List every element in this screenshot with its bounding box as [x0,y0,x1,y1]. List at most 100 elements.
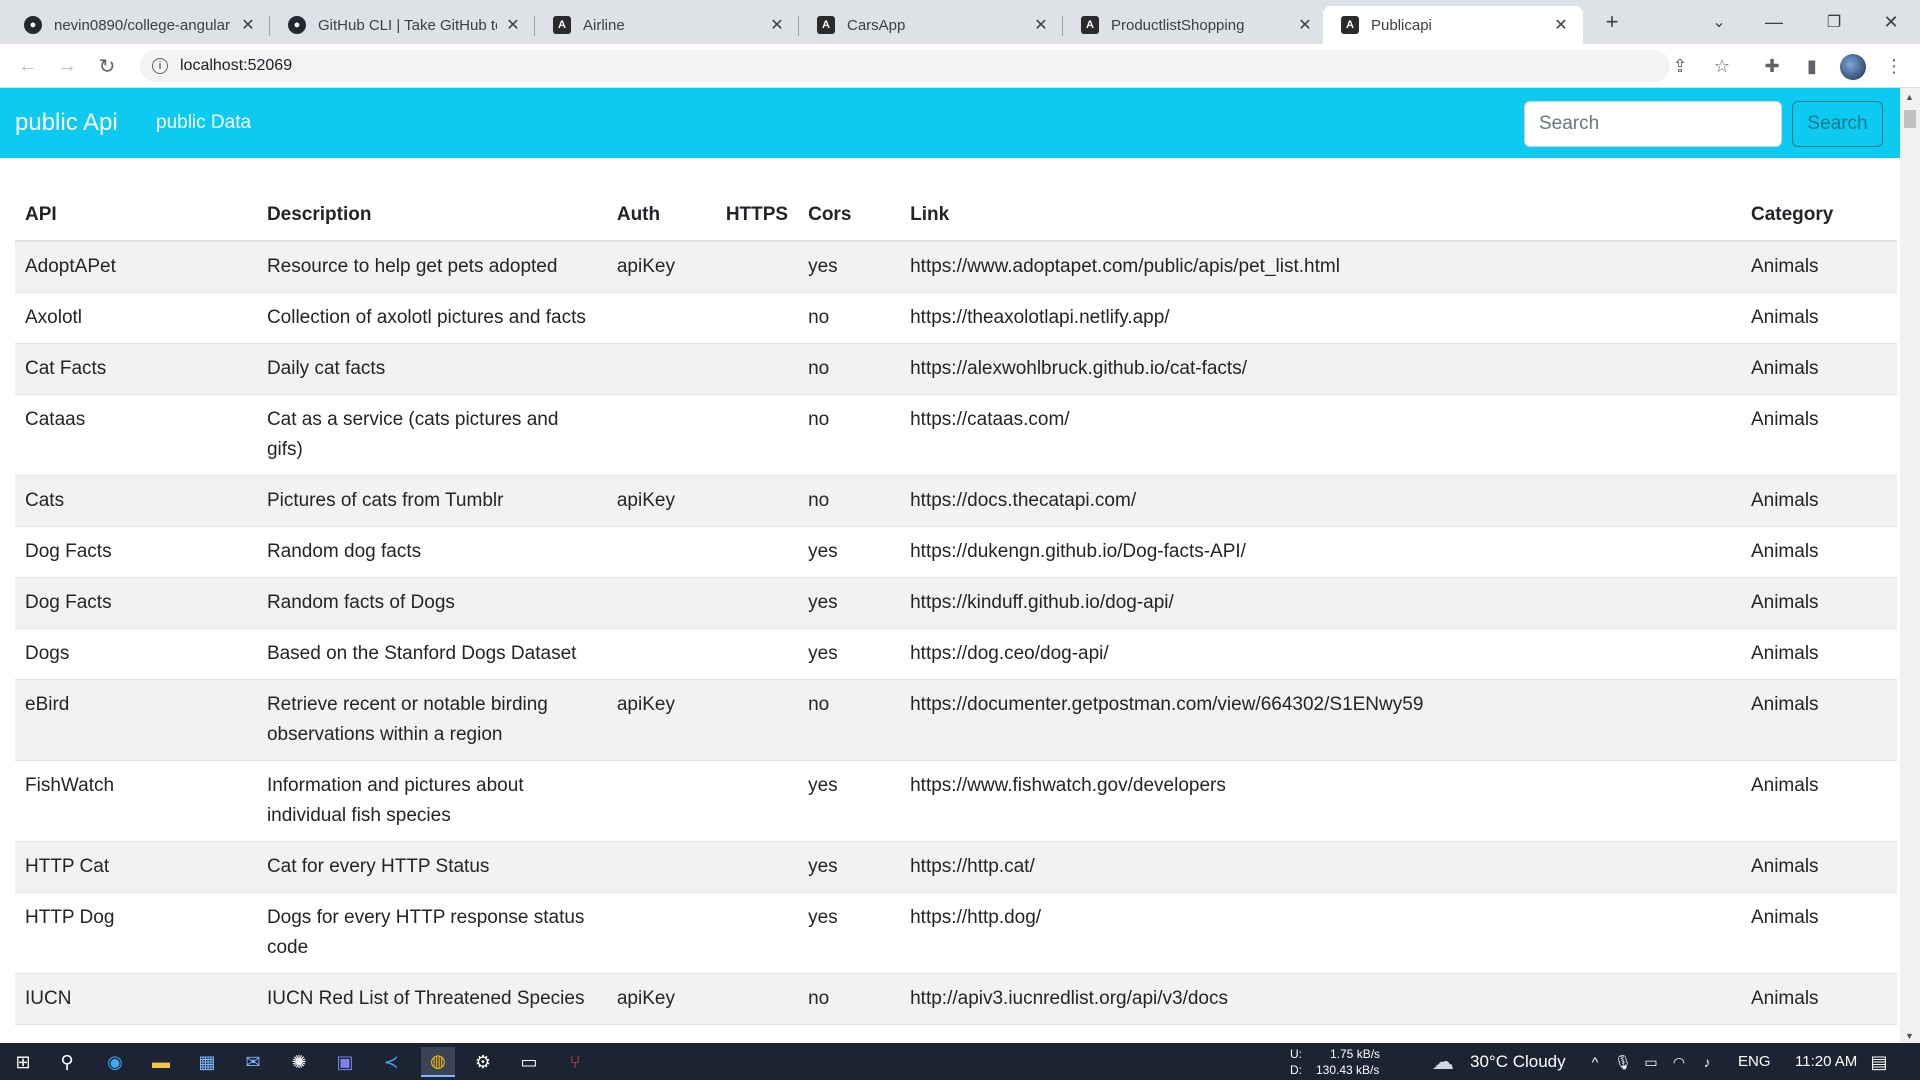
reload-icon[interactable]: ↻ [93,52,121,80]
terminal-icon[interactable]: ▭ [514,1047,544,1077]
table-row: Dogs Based on the Stanford Dogs Dataset ye… [15,628,1897,680]
table-row: Dog Facts Random facts of Dogs yes https://… [15,577,1897,629]
cell-cors: yes [798,577,901,629]
tab-search-icon[interactable]: ⌄ [1705,8,1733,36]
tab-title: GitHub CLI | Take GitHub to [318,16,497,34]
volume-icon[interactable]: ♪ [1692,1047,1722,1077]
menu-kebab-icon[interactable]: ⋮ [1882,54,1906,78]
tray-chevron-icon[interactable]: ^ [1580,1047,1610,1077]
bookmark-star-icon[interactable]: ☆ [1710,54,1734,78]
notification-icon[interactable]: ▤ [1864,1047,1894,1077]
app-brand[interactable]: public Api [15,109,118,137]
mail-icon[interactable]: ✉ [238,1047,268,1077]
cell-auth: apiKey [606,679,716,761]
openai-icon[interactable]: ✺ [284,1047,314,1077]
battery-icon[interactable]: ▭ [1636,1047,1666,1077]
cell-link[interactable]: https://www.fishwatch.gov/developers [900,760,1741,842]
cell-link[interactable]: https://docs.thecatapi.com/ [900,475,1741,527]
cell-cors: no [798,973,901,1025]
cell-description: Pictures of cats from Tumblr [256,475,607,527]
chrome-icon[interactable]: ◍ [421,1047,455,1077]
back-icon[interactable]: ← [14,52,42,80]
cell-description: Dogs for every HTTP response status code [256,892,607,974]
store-icon[interactable]: ▦ [192,1047,222,1077]
table-row: Cataas Cat as a service (cats pictures an… [15,394,1897,476]
close-icon[interactable]: ✕ [240,15,256,35]
search-button[interactable]: Search [1792,101,1883,147]
cell-auth [606,892,716,974]
cell-cors: yes [798,628,901,680]
share-icon[interactable]: ⇪ [1668,54,1692,78]
close-icon[interactable]: ✕ [769,15,785,35]
cell-cors: yes [798,841,901,893]
cell-link[interactable]: https://documenter.getpostman.com/view/6… [900,679,1741,761]
search-input[interactable] [1524,101,1782,147]
cell-description: Information and pictures about individua… [256,760,607,842]
cell-link[interactable]: https://http.dog/ [900,892,1741,974]
angular-icon: A [1341,16,1359,34]
close-icon[interactable]: ✕ [1297,15,1313,35]
cloud-icon[interactable]: ☁ [1428,1047,1458,1077]
cell-https [715,394,799,476]
close-icon[interactable]: ✕ [1033,15,1049,35]
cell-cors: no [798,343,901,395]
close-icon[interactable]: ✕ [1553,15,1569,35]
search-icon[interactable]: ⚲ [52,1047,82,1077]
cell-cors: no [798,394,901,476]
cell-link[interactable]: https://kinduff.github.io/dog-api/ [900,577,1741,629]
edge-icon[interactable]: ◉ [100,1047,130,1077]
minimize-icon[interactable]: — [1760,8,1788,36]
scroll-up-icon[interactable]: ▲ [1905,92,1914,102]
language-indicator[interactable]: ENG [1738,1053,1771,1070]
restore-icon[interactable]: ❐ [1820,8,1848,36]
table-row: FishWatch Information and pictures about … [15,760,1897,842]
extensions-icon[interactable]: ✚ [1760,54,1784,78]
scroll-down-icon[interactable]: ▼ [1905,1031,1914,1041]
cell-link[interactable]: https://theaxolotlapi.netlify.app/ [900,292,1741,344]
header-description: Description [256,190,607,242]
browser-tab-strip: ● nevin0890/college-angular ✕ ● GitHub C… [0,0,1920,44]
new-tab-icon[interactable]: + [1598,8,1626,36]
browser-tab[interactable]: A Airline ✕ [535,6,799,44]
table-row: HTTP Cat Cat for every HTTP Status yes http… [15,841,1897,893]
close-icon[interactable]: ✕ [505,15,521,35]
cell-link[interactable]: https://cataas.com/ [900,394,1741,476]
cell-link[interactable]: https://http.cat/ [900,841,1741,893]
site-info-icon[interactable]: i [152,58,168,74]
nav-link-public-data[interactable]: public Data [156,112,251,134]
address-bar[interactable]: i localhost:52069 [140,50,1670,82]
git-icon[interactable]: ⑂ [560,1047,590,1077]
microphone-icon[interactable]: 🎙 [1608,1047,1638,1077]
side-panel-icon[interactable]: ▮ [1800,54,1824,78]
cell-link[interactable]: https://www.adoptapet.com/public/apis/pe… [900,241,1741,293]
wifi-icon[interactable]: ◠ [1664,1047,1694,1077]
browser-tab[interactable]: A CarsApp ✕ [799,6,1063,44]
settings-icon[interactable]: ⚙ [468,1047,498,1077]
cell-link[interactable]: http://apiv3.iucnredlist.org/api/v3/docs [900,973,1741,1025]
network-speed: U: 1.75 kB/s D: 130.43 kB/s [1290,1046,1380,1078]
cell-api: eBird [15,679,257,761]
cell-link[interactable]: https://alexwohlbruck.github.io/cat-fact… [900,343,1741,395]
angular-icon: A [817,16,835,34]
window-close-icon[interactable]: ✕ [1877,8,1905,36]
vscode-icon[interactable]: ≺ [376,1047,406,1077]
file-explorer-icon[interactable]: ▬ [146,1047,176,1077]
scroll-thumb[interactable] [1904,110,1916,128]
windows-start-icon[interactable]: ⊞ [8,1047,38,1077]
teams-icon[interactable]: ▣ [330,1047,360,1077]
browser-tab[interactable]: A ProductlistShopping ✕ [1063,6,1327,44]
profile-avatar[interactable] [1840,54,1866,80]
browser-tab-active[interactable]: A Publicapi ✕ [1323,6,1583,44]
page-scrollbar[interactable]: ▲ ▼ [1900,88,1920,1043]
forward-icon[interactable]: → [53,52,81,80]
clock-time[interactable]: 11:20 AM [1795,1053,1857,1070]
cell-api: Cats [15,475,257,527]
cell-link[interactable]: https://dog.ceo/dog-api/ [900,628,1741,680]
cell-https [715,526,799,578]
cell-category: Animals [1740,475,1897,527]
cell-link[interactable]: https://dukengn.github.io/Dog-facts-API/ [900,526,1741,578]
browser-tab[interactable]: ● GitHub CLI | Take GitHub to ✕ [270,6,535,44]
weather-text[interactable]: 30°C Cloudy [1470,1052,1566,1072]
angular-icon: A [553,16,571,34]
browser-tab[interactable]: ● nevin0890/college-angular ✕ [6,6,270,44]
